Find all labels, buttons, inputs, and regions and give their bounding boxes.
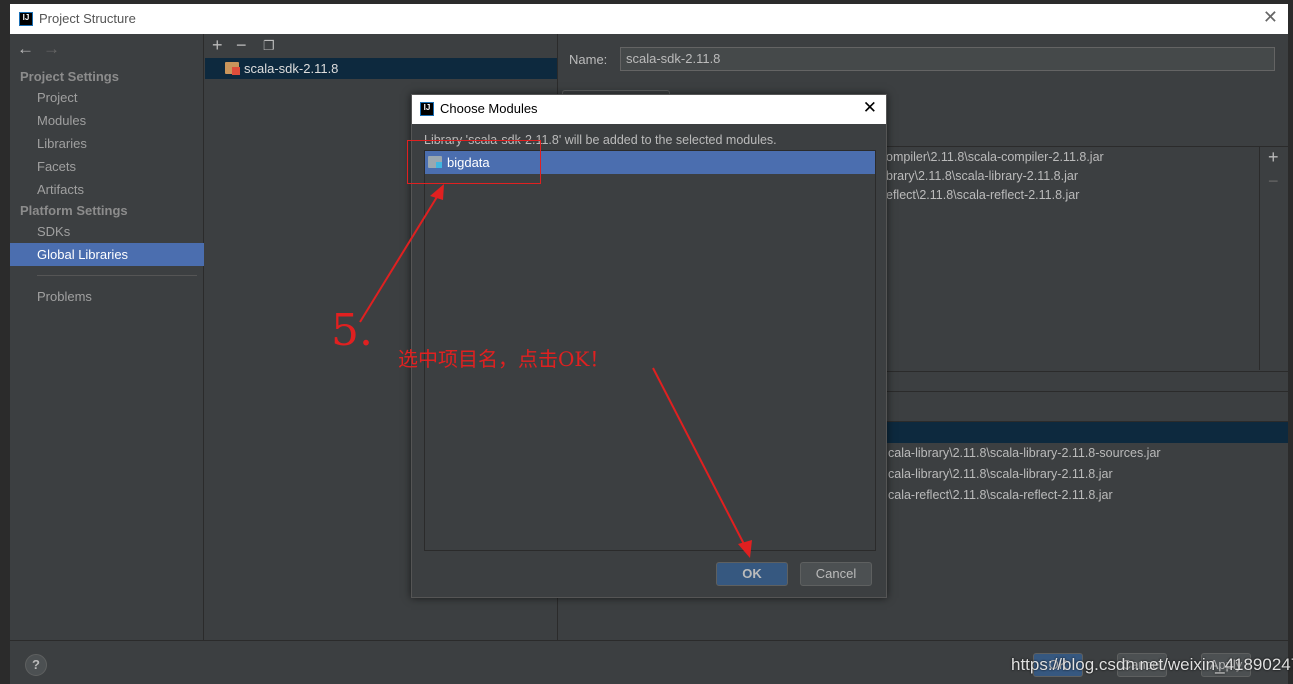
arrow-head bbox=[738, 540, 752, 558]
watermark: https://blog.csdn.net/weixin_41890247 bbox=[1011, 655, 1293, 674]
annotation-text: 选中项目名，点击OK！ bbox=[398, 347, 610, 371]
arrow-to-module bbox=[359, 191, 441, 323]
arrow-to-ok bbox=[652, 367, 747, 549]
annotation-arrows bbox=[359, 184, 752, 558]
annotation-number: 5. bbox=[331, 305, 373, 356]
arrow-head bbox=[430, 184, 444, 200]
